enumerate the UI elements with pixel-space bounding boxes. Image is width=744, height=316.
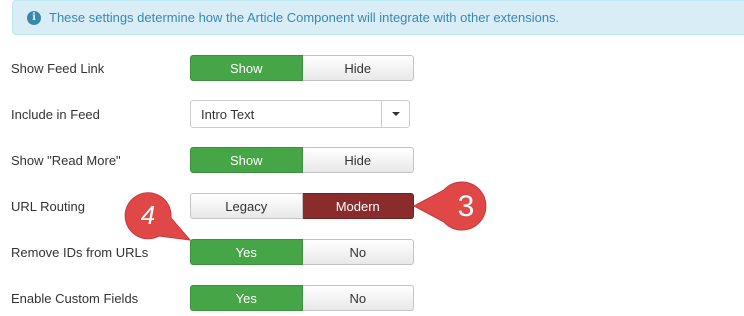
callout-4-number: 4 xyxy=(141,200,155,230)
include-in-feed-label: Include in Feed xyxy=(11,106,100,122)
custom-fields-row: Enable Custom Fields Yes No xyxy=(0,285,744,311)
remove-ids-yes-button[interactable]: Yes xyxy=(190,239,303,265)
url-routing-label: URL Routing xyxy=(11,198,85,214)
custom-fields-yes-button[interactable]: Yes xyxy=(190,285,303,311)
include-in-feed-select[interactable]: Intro Text xyxy=(190,100,410,128)
remove-ids-no-button[interactable]: No xyxy=(302,239,414,265)
show-feed-link-toggle: Show Hide xyxy=(190,55,414,81)
show-feed-link-show-button[interactable]: Show xyxy=(190,55,303,81)
url-routing-legacy-button[interactable]: Legacy xyxy=(190,193,303,219)
alert-text: These settings determine how the Article… xyxy=(49,10,560,25)
url-routing-toggle: Legacy Modern xyxy=(190,193,414,219)
show-read-more-hide-button[interactable]: Hide xyxy=(302,147,414,173)
custom-fields-no-button[interactable]: No xyxy=(302,285,414,311)
url-routing-modern-button[interactable]: Modern xyxy=(302,193,414,219)
show-read-more-show-button[interactable]: Show xyxy=(190,147,303,173)
include-in-feed-row: Include in Feed Intro Text xyxy=(0,100,744,128)
chevron-down-icon[interactable] xyxy=(381,101,409,127)
callout-3-number: 3 xyxy=(458,190,475,223)
show-read-more-label: Show "Read More" xyxy=(11,152,121,168)
custom-fields-toggle: Yes No xyxy=(190,285,414,311)
custom-fields-label: Enable Custom Fields xyxy=(11,290,139,306)
callout-3-marker: 3 xyxy=(412,181,487,231)
include-in-feed-value: Intro Text xyxy=(201,106,255,122)
show-feed-link-row: Show Feed Link Show Hide xyxy=(0,55,744,81)
show-feed-link-hide-button[interactable]: Hide xyxy=(302,55,414,81)
info-icon: i xyxy=(27,10,41,25)
show-read-more-toggle: Show Hide xyxy=(190,147,414,173)
show-read-more-row: Show "Read More" Show Hide xyxy=(0,147,744,173)
callout-4-marker: 4 xyxy=(124,192,192,241)
remove-ids-toggle: Yes No xyxy=(190,239,414,265)
show-feed-link-label: Show Feed Link xyxy=(11,60,105,76)
info-alert: i These settings determine how the Artic… xyxy=(12,0,744,35)
